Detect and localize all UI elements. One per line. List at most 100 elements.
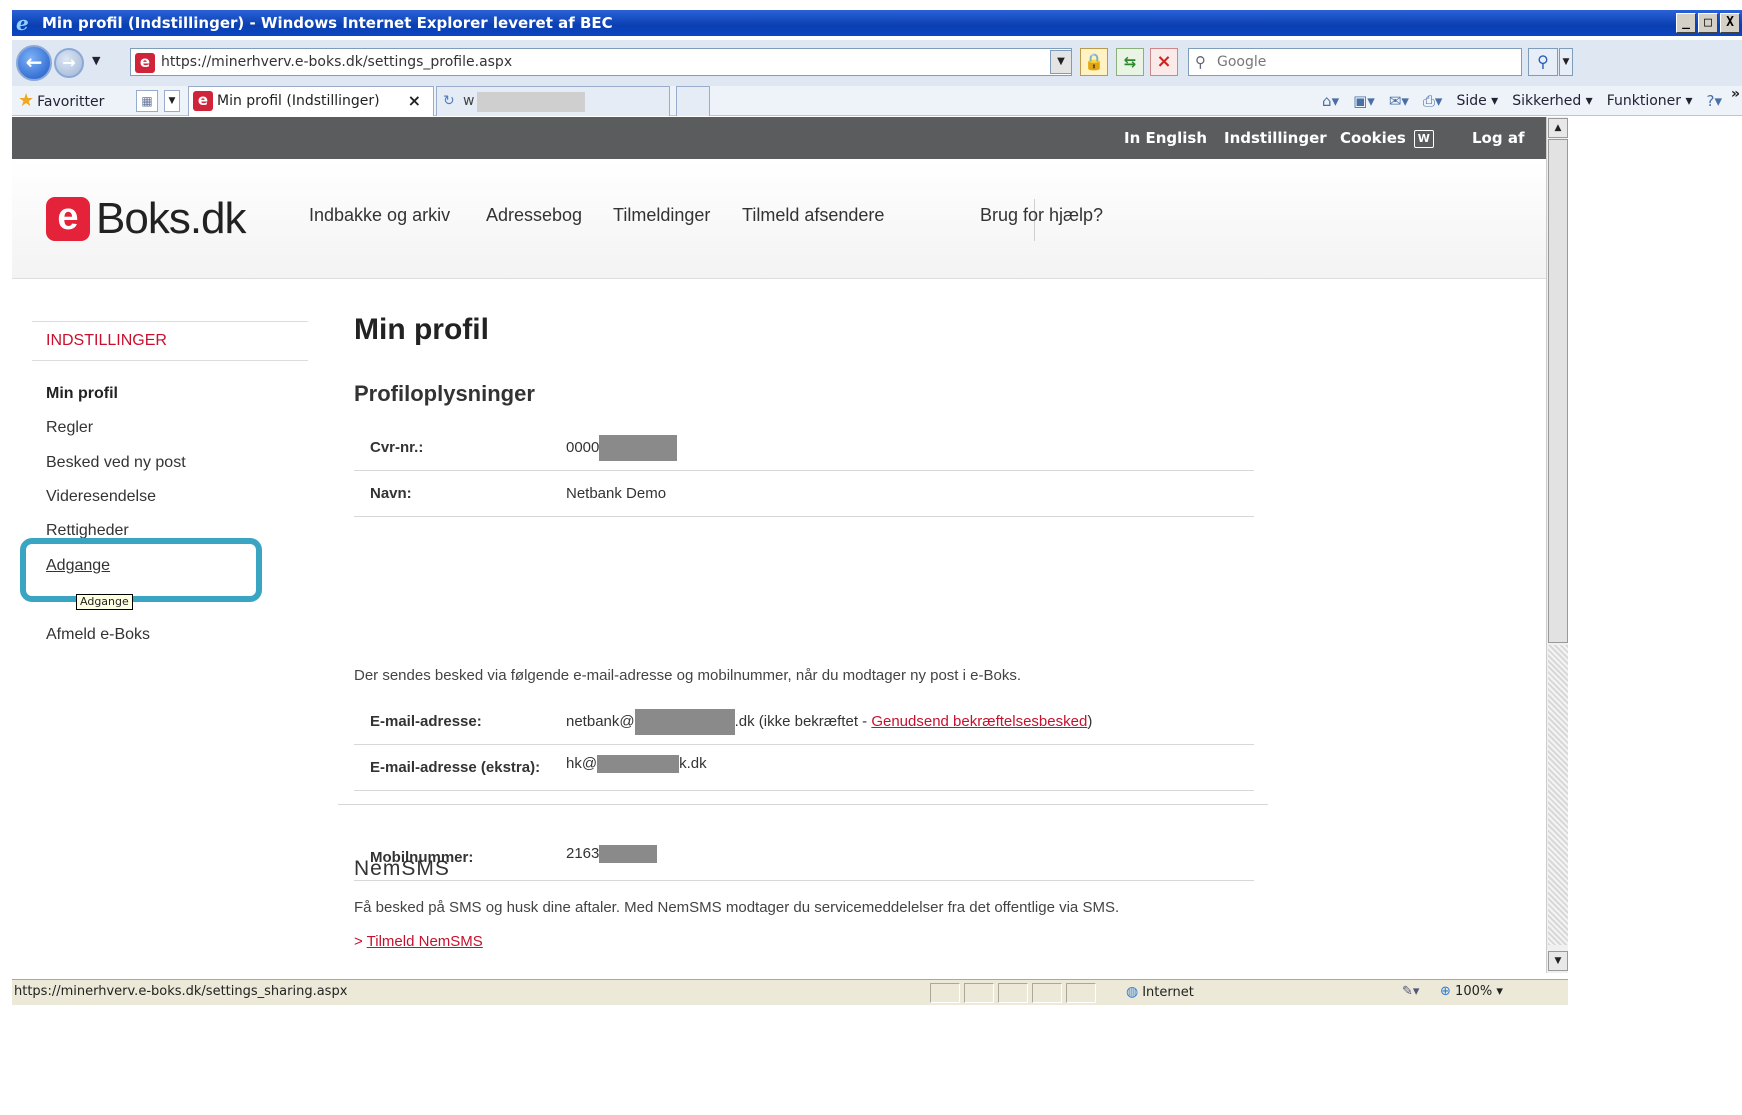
email-value: netbank@ .dk (ikke bekræftet - Genudsend … xyxy=(566,709,1092,735)
close-window-button[interactable]: X xyxy=(1720,13,1740,33)
mail-icon[interactable]: ✉▾ xyxy=(1389,92,1409,110)
sidebar-item-regler[interactable]: Regler xyxy=(46,419,93,437)
quick-tabs-icon[interactable]: ▦ xyxy=(136,90,158,112)
chevron-more-icon[interactable]: » xyxy=(1731,86,1740,102)
refresh-icon[interactable]: ⇆ xyxy=(1116,48,1144,76)
scroll-track[interactable] xyxy=(1548,645,1568,945)
nemsms-heading: NemSMS xyxy=(354,857,450,880)
page-viewport: In English Indstillinger Cookies W Log af… xyxy=(12,117,1546,973)
redacted-block xyxy=(599,435,678,461)
eboks-logo[interactable]: e Boks.dk xyxy=(46,194,247,243)
address-url: https://minerhverv.e-boks.dk/settings_pr… xyxy=(161,54,513,70)
email-label: E-mail-adresse: xyxy=(370,713,482,730)
email-close: ) xyxy=(1087,712,1093,730)
name-label: Navn: xyxy=(370,485,412,502)
nemsms-text: Få besked på SMS og husk dine aftaler. M… xyxy=(354,899,1120,916)
email-suffix: .dk (ikke bekræftet - xyxy=(734,712,872,730)
settings-sidebar: INDSTILLINGER xyxy=(32,321,308,361)
search-go-icon[interactable]: ⚲ xyxy=(1528,48,1558,76)
back-button[interactable]: ← xyxy=(16,45,52,81)
tab-min-profil[interactable]: e Min profil (Indstillinger) × xyxy=(188,86,434,116)
status-bar: https://minerhverv.e-boks.dk/settings_sh… xyxy=(12,979,1568,1005)
email-extra-suffix: k.dk xyxy=(679,755,707,772)
resend-confirmation-link[interactable]: Genudsend bekræftelsesbesked xyxy=(871,713,1087,730)
favorites-button[interactable]: ★ Favoritter xyxy=(18,90,104,113)
feeds-icon[interactable]: ▣▾ xyxy=(1353,92,1375,110)
zoom-level: 100% xyxy=(1455,984,1493,999)
status-cell xyxy=(930,983,960,1003)
tab-secondary[interactable]: ↻ w xyxy=(436,86,670,116)
status-cell xyxy=(998,983,1028,1003)
search-options-icon[interactable]: ▼ xyxy=(1559,48,1573,76)
history-dropdown-icon[interactable]: ▼ xyxy=(92,54,100,67)
window-titlebar: e Min profil (Indstillinger) - Windows I… xyxy=(12,10,1742,36)
globe-icon: ◍ xyxy=(1126,984,1139,1000)
address-input[interactable]: e https://minerhverv.e-boks.dk/settings_… xyxy=(130,48,1072,76)
sidebar-item-afmeld[interactable]: Afmeld e-Boks xyxy=(46,626,150,644)
notification-notice: Der sendes besked via følgende e-mail-ad… xyxy=(354,667,1021,684)
ie-logo-icon: e xyxy=(16,11,29,35)
eboks-favicon-icon: e xyxy=(135,53,155,73)
email-row: E-mail-adresse: netbank@ .dk (ikke bekræf… xyxy=(354,699,1254,745)
window-controls: _ □ X xyxy=(1676,13,1740,33)
print-icon[interactable]: ⎙▾ xyxy=(1423,92,1443,110)
close-tab-icon[interactable]: × xyxy=(408,87,421,115)
protected-mode-icon[interactable]: ✎▾ xyxy=(1402,980,1419,1004)
search-icon: ⚲ xyxy=(1195,53,1206,71)
search-input[interactable]: ⚲ Google xyxy=(1188,48,1522,76)
tab-secondary-title: w xyxy=(463,93,475,109)
redacted-block xyxy=(634,709,735,735)
nav-adressebog[interactable]: Adressebog xyxy=(486,205,582,226)
english-link[interactable]: In English xyxy=(1124,117,1207,159)
email-extra-row: E-mail-adresse (ekstra): hk@ k.dk xyxy=(354,745,1254,791)
cmd-side[interactable]: Side ▾ xyxy=(1456,93,1498,109)
cookie-icon: W xyxy=(1413,129,1434,148)
logout-link[interactable]: Log af xyxy=(1472,117,1524,159)
redacted-block xyxy=(599,845,658,864)
security-zone[interactable]: ◍ Internet xyxy=(1126,980,1194,1005)
nav-indbakke[interactable]: Indbakke og arkiv xyxy=(309,205,450,226)
home-icon[interactable]: ⌂▾ xyxy=(1322,92,1339,110)
sidebar-item-videresendelse[interactable]: Videresendelse xyxy=(46,488,156,506)
scroll-up-icon[interactable]: ▲ xyxy=(1548,118,1568,138)
highlight-annotation xyxy=(20,538,262,602)
page-title: Min profil xyxy=(354,313,489,346)
minimize-button[interactable]: _ xyxy=(1676,13,1696,33)
favorites-label: Favoritter xyxy=(37,94,105,110)
forward-button[interactable]: → xyxy=(54,48,84,78)
logo-letter: e xyxy=(46,197,90,241)
redacted-block xyxy=(597,755,680,774)
email-extra-value: hk@ k.dk xyxy=(566,755,707,774)
nav-tilmeldinger[interactable]: Tilmeldinger xyxy=(613,205,710,226)
sidebar-item-min-profil[interactable]: Min profil xyxy=(46,385,118,403)
nemsms-signup-link[interactable]: Tilmeld NemSMS xyxy=(367,933,483,950)
cmd-funktioner[interactable]: Funktioner ▾ xyxy=(1607,93,1693,109)
lock-icon[interactable]: 🔒 xyxy=(1080,48,1108,76)
section-divider xyxy=(338,804,1268,805)
new-tab-button[interactable] xyxy=(676,86,710,116)
zone-label: Internet xyxy=(1142,985,1194,1000)
scroll-down-icon[interactable]: ▼ xyxy=(1548,951,1568,971)
settings-link[interactable]: Indstillinger xyxy=(1224,117,1327,159)
tab-list-icon[interactable]: ▼ xyxy=(164,90,180,112)
sidebar-item-besked[interactable]: Besked ved ny post xyxy=(46,454,186,472)
zoom-control[interactable]: ⊕ 100% ▾ xyxy=(1440,980,1503,1004)
scroll-thumb[interactable] xyxy=(1548,139,1568,643)
cookies-link[interactable]: Cookies W xyxy=(1340,117,1434,159)
cmd-sikkerhed[interactable]: Sikkerhed ▾ xyxy=(1512,93,1592,109)
mobile-value: 2163 xyxy=(566,845,658,864)
maximize-button[interactable]: □ xyxy=(1698,13,1718,33)
nemsms-signup[interactable]: > Tilmeld NemSMS xyxy=(354,933,483,950)
stop-icon[interactable]: × xyxy=(1150,48,1178,76)
address-dropdown-icon[interactable]: ▼ xyxy=(1050,50,1072,74)
logo-word: Boks.dk xyxy=(96,194,247,243)
vertical-scrollbar[interactable]: ▲ ▼ xyxy=(1546,117,1568,973)
name-row: Navn: Netbank Demo xyxy=(354,471,1254,517)
star-icon: ★ xyxy=(18,90,35,111)
nav-tilmeld-afsendere[interactable]: Tilmeld afsendere xyxy=(742,205,884,226)
status-cell xyxy=(1032,983,1062,1003)
zoom-icon: ⊕ xyxy=(1440,984,1451,999)
email-extra-label: E-mail-adresse (ekstra): xyxy=(370,759,541,776)
help-link[interactable]: Brug for hjælp? xyxy=(980,205,1103,226)
help-icon[interactable]: ?▾ xyxy=(1707,92,1723,110)
